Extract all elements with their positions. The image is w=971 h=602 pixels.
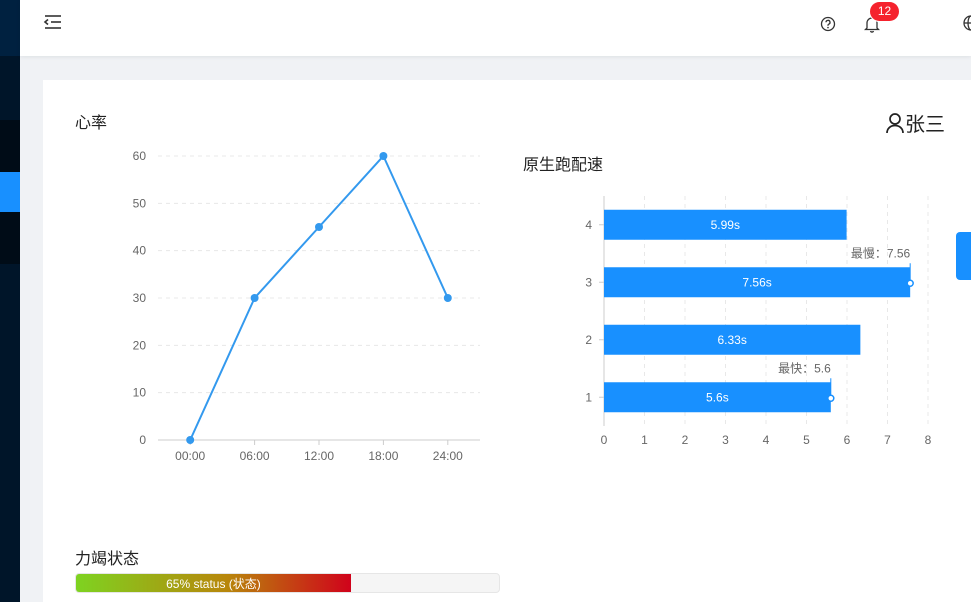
fatigue-title: 力竭状态 (75, 551, 140, 568)
heart-rate-point (250, 294, 259, 302)
heart-rate-title: 心率 (75, 115, 108, 132)
pace-bar-label: 5.99s (711, 218, 740, 232)
pace-marker-point (906, 279, 914, 287)
pace-title: 原生跑配速 (523, 157, 604, 174)
heart-y-tick-label: 30 (133, 291, 147, 305)
heart-x-tick-label: 18:00 (368, 449, 398, 463)
pace-x-tick-label: 0 (601, 433, 608, 447)
pace-marker-label: 最慢：7.56 (851, 246, 911, 260)
heart-x-tick-label: 06:00 (240, 449, 270, 463)
heart-y-tick-label: 0 (139, 433, 146, 447)
heart-y-tick-label: 20 (133, 338, 147, 352)
pace-x-tick-label: 7 (884, 433, 891, 447)
sidebar-item-active[interactable] (0, 172, 20, 212)
heart-x-tick-label: 24:00 (433, 449, 463, 463)
sidebar-logo-area (0, 0, 20, 56)
fatigue-progress-bar: 65% status (状态) (75, 573, 500, 593)
heart-rate-chart: 0 10 20 30 40 50 60 00:00 06:00 12:00 18:00 24:00 (133, 149, 480, 463)
question-circle-icon[interactable] (819, 15, 837, 33)
user-icon (885, 112, 905, 134)
heart-rate-point (379, 152, 388, 160)
user-name: 张三 (905, 114, 945, 136)
user-info[interactable]: 张三 (885, 108, 945, 137)
pace-x-tick-label: 1 (641, 433, 648, 447)
sidebar-submenu[interactable] (0, 212, 20, 264)
pace-x-tick-label: 6 (844, 433, 851, 447)
heart-rate-point (443, 294, 452, 302)
pace-bar-label: 7.56s (742, 275, 771, 289)
pace-x-tick-label: 8 (925, 433, 932, 447)
pace-bar-label: 6.33s (718, 333, 747, 347)
heart-y-tick-label: 50 (133, 196, 147, 210)
pace-y-tick-label: 4 (585, 218, 592, 232)
heart-y-tick-label: 10 (133, 386, 147, 400)
pace-x-tick-label: 3 (722, 433, 729, 447)
menu-fold-icon[interactable] (43, 12, 63, 32)
pace-y-tick-label: 1 (585, 390, 592, 404)
pace-x-tick-label: 2 (682, 433, 689, 447)
heart-rate-point (315, 223, 323, 231)
pace-x-tick-label: 5 (803, 433, 810, 447)
heart-y-tick-label: 60 (133, 149, 147, 163)
heart-y-tick-label: 40 (133, 244, 147, 258)
pace-x-tick-label: 4 (763, 433, 770, 447)
globe-icon[interactable] (962, 14, 971, 32)
heart-x-tick-label: 00:00 (175, 449, 205, 463)
heart-rate-point (186, 436, 195, 444)
heart-x-tick-label: 12:00 (304, 449, 334, 463)
notification-badge: 12 (870, 2, 899, 21)
fatigue-progress-fill: 65% status (状态) (76, 574, 351, 592)
sidebar (0, 0, 20, 602)
pace-y-tick-label: 3 (585, 275, 592, 289)
sidebar-submenu[interactable] (0, 120, 20, 172)
pace-marker-point (827, 394, 835, 402)
pace-chart: 0 1 2 3 4 5 6 7 8 1 5.6s 2 6.33s 3 7.56s 4 5.99s 最慢：7.56 最… (585, 196, 932, 447)
pace-bar-label: 5.6s (706, 390, 729, 404)
fatigue-progress-label: 65% status (状态) (166, 576, 261, 591)
pace-marker-label: 最快：5.6 (778, 361, 831, 375)
pace-y-tick-label: 2 (585, 333, 592, 347)
